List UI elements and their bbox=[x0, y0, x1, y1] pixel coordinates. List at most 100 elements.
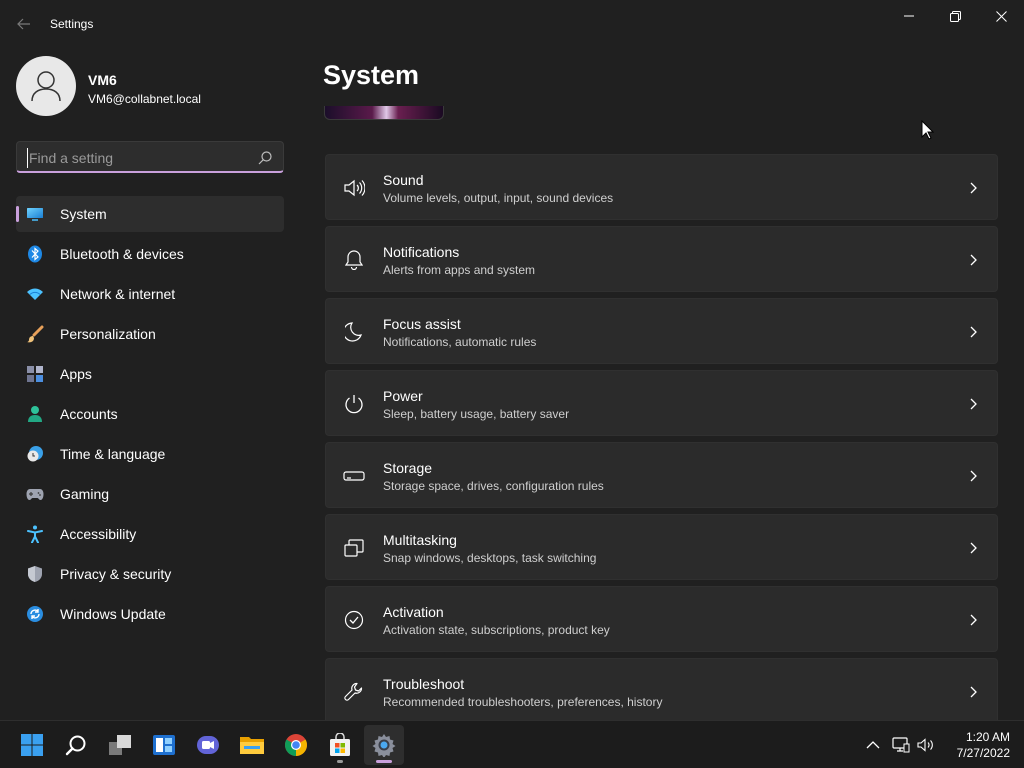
chevron-right-icon bbox=[967, 612, 979, 628]
card-title: Activation bbox=[383, 604, 444, 620]
sidebar-item-label: Bluetooth & devices bbox=[60, 246, 184, 262]
card-title: Sound bbox=[383, 172, 424, 188]
check-circle-icon bbox=[342, 608, 366, 632]
taskbar: 1:20 AM 7/27/2022 bbox=[0, 720, 1024, 768]
clock-globe-icon bbox=[26, 445, 44, 463]
settings-card-activation[interactable]: Activation Activation state, subscriptio… bbox=[325, 586, 998, 652]
chevron-right-icon bbox=[967, 324, 979, 340]
file-explorer-button[interactable] bbox=[232, 725, 272, 765]
back-button[interactable] bbox=[10, 12, 38, 36]
card-title: Storage bbox=[383, 460, 433, 476]
card-title: Multitasking bbox=[383, 532, 457, 548]
monitor-icon bbox=[26, 205, 44, 223]
multitask-icon bbox=[342, 536, 366, 560]
card-subtitle: Activation state, subscriptions, product… bbox=[383, 623, 610, 637]
search-input[interactable] bbox=[27, 148, 247, 168]
settings-taskbar-button[interactable] bbox=[364, 725, 404, 765]
settings-card-sound[interactable]: Sound Volume levels, output, input, soun… bbox=[325, 154, 998, 220]
volume-button[interactable] bbox=[915, 733, 937, 757]
sidebar-item-network[interactable]: Network & internet bbox=[16, 276, 284, 312]
sidebar-item-label: Apps bbox=[60, 366, 92, 382]
card-subtitle: Snap windows, desktops, task switching bbox=[383, 551, 597, 565]
file-explorer-icon bbox=[240, 737, 264, 754]
task-view-button[interactable] bbox=[100, 725, 140, 765]
sidebar-item-personalization[interactable]: Personalization bbox=[16, 316, 284, 352]
card-title: Focus assist bbox=[383, 316, 461, 332]
app-title: Settings bbox=[50, 17, 94, 31]
wrench-icon bbox=[342, 680, 366, 704]
taskbar-search-button[interactable] bbox=[56, 725, 96, 765]
sidebar-item-accessibility[interactable]: Accessibility bbox=[16, 516, 284, 552]
moon-icon bbox=[342, 320, 366, 344]
taskbar-clock[interactable]: 1:20 AM 7/27/2022 bbox=[940, 729, 1010, 761]
widgets-button[interactable] bbox=[144, 725, 184, 765]
sidebar-item-apps[interactable]: Apps bbox=[16, 356, 284, 392]
network-status-button[interactable] bbox=[890, 733, 912, 757]
bell-icon bbox=[342, 248, 366, 272]
settings-card-power[interactable]: Power Sleep, battery usage, battery save… bbox=[325, 370, 998, 436]
chevron-right-icon bbox=[967, 396, 979, 412]
store-icon bbox=[330, 733, 350, 756]
sidebar-item-label: Time & language bbox=[60, 446, 166, 462]
speaker-icon bbox=[917, 738, 933, 752]
card-subtitle: Recommended troubleshooters, preferences… bbox=[383, 695, 663, 709]
sidebar-item-accounts[interactable]: Accounts bbox=[16, 396, 284, 432]
settings-card-focus-assist[interactable]: Focus assist Notifications, automatic ru… bbox=[325, 298, 998, 364]
start-icon bbox=[21, 734, 43, 756]
running-indicator bbox=[337, 760, 343, 763]
chrome-button[interactable] bbox=[276, 725, 316, 765]
store-button[interactable] bbox=[320, 725, 360, 765]
user-profile[interactable]: VM6 VM6@collabnet.local bbox=[16, 56, 286, 118]
back-arrow-icon bbox=[17, 18, 30, 30]
network-icon bbox=[892, 737, 910, 753]
task-view-icon bbox=[109, 735, 131, 755]
card-subtitle: Storage space, drives, configuration rul… bbox=[383, 479, 604, 493]
settings-card-multitasking[interactable]: Multitasking Snap windows, desktops, tas… bbox=[325, 514, 998, 580]
search-box[interactable] bbox=[16, 141, 284, 173]
teams-chat-button[interactable] bbox=[188, 725, 228, 765]
settings-card-notifications[interactable]: Notifications Alerts from apps and syste… bbox=[325, 226, 998, 292]
sidebar-item-privacy-security[interactable]: Privacy & security bbox=[16, 556, 284, 592]
sidebar-item-time-language[interactable]: Time & language bbox=[16, 436, 284, 472]
sidebar-item-system[interactable]: System bbox=[16, 196, 284, 232]
search-icon[interactable] bbox=[257, 150, 273, 166]
card-subtitle: Notifications, automatic rules bbox=[383, 335, 537, 349]
sidebar-item-windows-update[interactable]: Windows Update bbox=[16, 596, 284, 632]
sidebar-item-label: Accessibility bbox=[60, 526, 137, 542]
display-preview-image bbox=[324, 106, 444, 120]
minimize-button[interactable] bbox=[886, 0, 932, 32]
settings-icon bbox=[372, 734, 396, 757]
card-subtitle: Volume levels, output, input, sound devi… bbox=[383, 191, 614, 205]
search-icon bbox=[65, 735, 86, 756]
settings-card-storage[interactable]: Storage Storage space, drives, configura… bbox=[325, 442, 998, 508]
start-button[interactable] bbox=[12, 725, 52, 765]
speaker-icon bbox=[342, 176, 366, 200]
card-title: Power bbox=[383, 388, 423, 404]
apps-icon bbox=[26, 365, 44, 383]
chevron-up-icon bbox=[866, 741, 880, 749]
bluetooth-icon bbox=[26, 245, 44, 263]
person-icon bbox=[31, 71, 61, 102]
accessibility-icon bbox=[26, 525, 44, 543]
chevron-right-icon bbox=[967, 252, 979, 268]
sidebar-item-gaming[interactable]: Gaming bbox=[16, 476, 284, 512]
chevron-right-icon bbox=[967, 540, 979, 556]
show-hidden-icons-button[interactable] bbox=[862, 733, 884, 757]
user-email: VM6@collabnet.local bbox=[88, 92, 201, 106]
title-bar: Settings bbox=[0, 0, 1024, 48]
chevron-right-icon bbox=[967, 180, 979, 196]
active-indicator bbox=[376, 760, 392, 763]
settings-card-troubleshoot[interactable]: Troubleshoot Recommended troubleshooters… bbox=[325, 658, 998, 720]
mouse-cursor-icon bbox=[921, 120, 935, 140]
page-title: System bbox=[323, 60, 420, 90]
close-button[interactable] bbox=[978, 0, 1024, 32]
clock-date: 7/27/2022 bbox=[956, 746, 1010, 760]
avatar bbox=[16, 56, 76, 116]
close-icon bbox=[995, 10, 1007, 22]
restore-icon bbox=[949, 10, 961, 22]
card-title: Notifications bbox=[383, 244, 460, 260]
chevron-right-icon bbox=[967, 684, 979, 700]
restore-button[interactable] bbox=[932, 0, 978, 32]
card-title: Troubleshoot bbox=[383, 676, 465, 692]
sidebar-item-bluetooth[interactable]: Bluetooth & devices bbox=[16, 236, 284, 272]
